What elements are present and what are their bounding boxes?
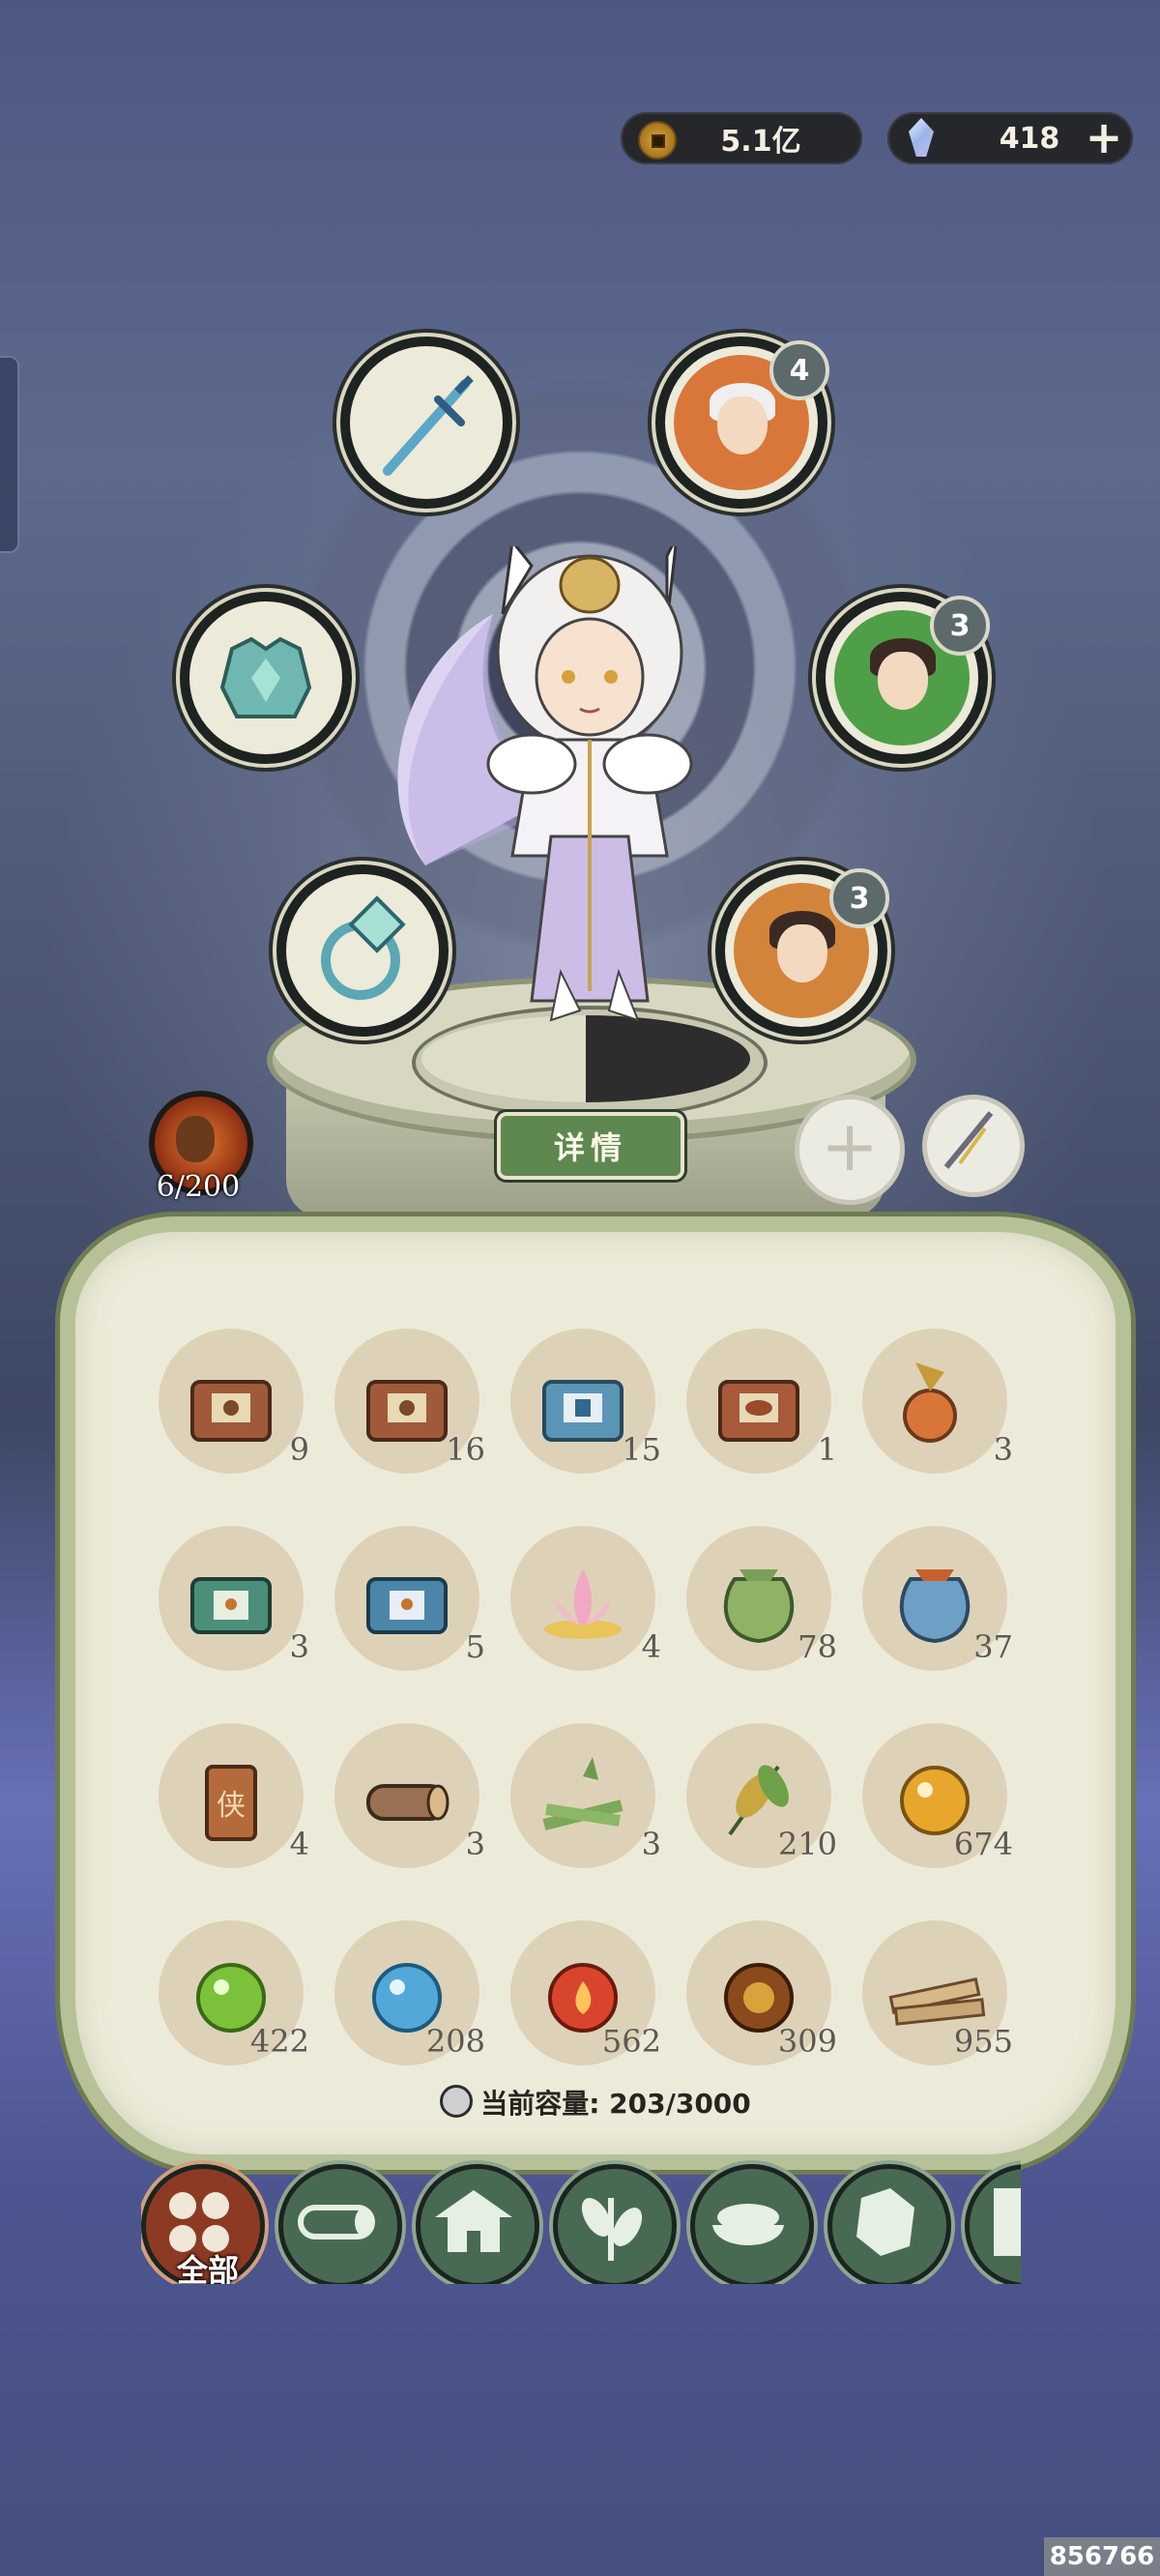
tab-ore[interactable]	[827, 2164, 951, 2284]
item-count: 9	[289, 1431, 309, 1468]
add-companion-button[interactable]: +	[795, 1095, 905, 1205]
category-tabs: 全部	[141, 2158, 1021, 2284]
item-count: 955	[953, 2023, 1013, 2060]
treasure-chest-bronze-icon	[718, 1380, 799, 1442]
side-drawer-handle[interactable]	[0, 356, 19, 553]
companion-3-level-badge: 3	[829, 868, 889, 928]
inventory-item-bamboo[interactable]: 3	[510, 1723, 661, 1868]
item-count: 4	[289, 1826, 309, 1862]
item-count: 3	[289, 1628, 309, 1665]
inventory-item-gold-orb[interactable]: 674	[862, 1723, 1013, 1868]
tab-food[interactable]	[690, 2164, 814, 2284]
inventory-item-blue-orb[interactable]: 208	[334, 1920, 485, 2065]
inventory-item-fruit-bag[interactable]: 3	[862, 1329, 1013, 1474]
gem-value: 418	[999, 121, 1060, 156]
jade-ring-icon	[295, 883, 430, 1018]
inventory-panel: 9 16 15 1 3 3 5 4 78 37 侠 4 3 3 210 674 422 208 562 309 955 …	[60, 1216, 1131, 2170]
inventory-item-treasure-chest-gold-2[interactable]: 16	[334, 1329, 485, 1474]
item-count: 208	[425, 2023, 485, 2060]
tab-all[interactable]: 全部	[141, 2164, 265, 2284]
herb-tab-icon	[581, 2198, 643, 2261]
inventory-item-treasure-chest-gold[interactable]: 9	[159, 1329, 309, 1474]
item-count: 5	[465, 1628, 485, 1665]
inventory-item-green-pouch[interactable]: 78	[686, 1526, 837, 1671]
jade-sword-icon	[359, 355, 494, 490]
bamboo-icon	[542, 1757, 624, 1830]
gem-counter: 418 +	[887, 112, 1133, 164]
watermark-id: 856766	[1044, 2537, 1160, 2576]
item-count: 422	[249, 2023, 309, 2060]
ring-slot[interactable]	[276, 864, 449, 1037]
inventory-item-herb-leaves[interactable]: 210	[686, 1723, 837, 1868]
item-count: 3	[993, 1431, 1013, 1468]
log-icon	[366, 1784, 450, 1821]
item-count: 15	[622, 1431, 661, 1468]
companion-slot-1[interactable]: 4	[655, 337, 829, 509]
item-count: 37	[973, 1628, 1013, 1665]
companion-slot-3[interactable]: 3	[715, 864, 889, 1037]
bag-icon	[440, 2085, 474, 2118]
details-button[interactable]: 详情	[497, 1112, 684, 1180]
companion-2-level-badge: 3	[930, 596, 990, 656]
coin-value: 5.1亿	[720, 125, 801, 159]
inventory-item-green-orb[interactable]: 422	[159, 1920, 309, 2065]
inventory-item-jade-chest-blue[interactable]: 5	[334, 1526, 485, 1671]
inventory-item-treasure-chest-blue[interactable]: 15	[510, 1329, 661, 1474]
inventory-item-wooden-tag[interactable]: 侠4	[159, 1723, 309, 1868]
treasure-chest-gold-icon	[190, 1380, 272, 1442]
tab-building[interactable]	[416, 2164, 539, 2284]
companion-slot-2[interactable]: 3	[816, 592, 990, 764]
ore-tab-icon	[856, 2188, 914, 2256]
level-progress-text: 6/200	[156, 1170, 241, 1204]
item-count: 3	[465, 1826, 485, 1862]
inventory-item-amber-orb[interactable]: 309	[686, 1920, 837, 2065]
wood-tab-icon	[298, 2205, 375, 2239]
capacity-text: 当前容量: 203/3000	[480, 2088, 751, 2120]
inventory-item-blue-pouch[interactable]: 37	[862, 1526, 1013, 1671]
armor-slot[interactable]	[180, 592, 352, 764]
weapon-skill-icon[interactable]	[922, 1095, 1025, 1197]
item-count: 3	[641, 1826, 661, 1862]
wooden-tag-icon: 侠	[205, 1765, 257, 1841]
svg-text:侠: 侠	[217, 1789, 246, 1823]
tab-label: 全部	[176, 2252, 239, 2284]
inventory-item-lotus[interactable]: 4	[510, 1526, 661, 1671]
tab-herb[interactable]	[553, 2164, 677, 2284]
inventory-item-treasure-chest-bronze[interactable]: 1	[686, 1329, 837, 1474]
jade-chest-blue-icon	[366, 1577, 448, 1634]
item-count: 309	[777, 2023, 837, 2060]
item-count: 16	[446, 1431, 485, 1468]
item-count: 78	[798, 1628, 837, 1665]
jade-armor-icon	[198, 610, 334, 746]
inventory-item-log[interactable]: 3	[334, 1723, 485, 1868]
lotus-icon	[544, 1569, 622, 1639]
item-count: 674	[953, 1826, 1013, 1862]
item-count: 1	[817, 1431, 837, 1468]
jade-chest-green-icon	[190, 1577, 272, 1634]
scroll-tab-icon	[994, 2188, 1021, 2256]
tab-wood[interactable]	[278, 2164, 402, 2284]
coin-counter: 5.1亿	[621, 112, 862, 164]
weapon-slot[interactable]	[340, 337, 512, 509]
item-count: 4	[641, 1628, 661, 1665]
building-tab-icon	[435, 2190, 512, 2252]
inventory-item-wood-planks[interactable]: 955	[862, 1920, 1013, 2065]
fruit-bag-icon	[903, 1362, 957, 1443]
capacity-indicator: 当前容量: 203/3000	[75, 2083, 1116, 2122]
item-count: 210	[777, 1826, 837, 1862]
tab-scroll[interactable]	[965, 2164, 1021, 2284]
inventory-item-fire-orb[interactable]: 562	[510, 1920, 661, 2065]
companion-1-level-badge: 4	[769, 340, 829, 400]
add-gems-button[interactable]: +	[1081, 115, 1127, 161]
inventory-item-jade-chest-green[interactable]: 3	[159, 1526, 309, 1671]
crystal-gem-icon	[909, 118, 934, 157]
item-count: 562	[601, 2023, 661, 2060]
food-tab-icon	[712, 2204, 784, 2245]
copper-coin-icon	[638, 121, 677, 160]
